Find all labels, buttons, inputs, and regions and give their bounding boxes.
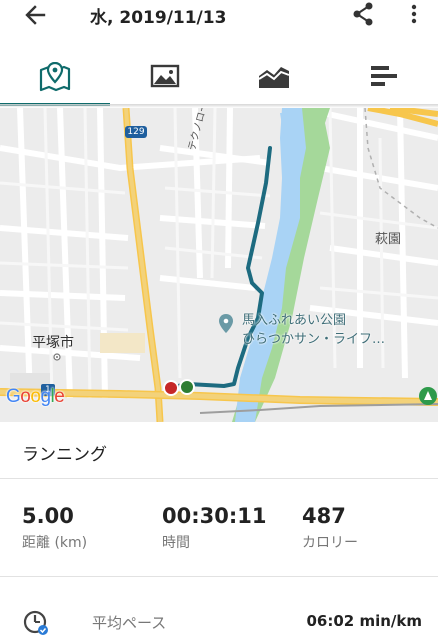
tab-charts[interactable] xyxy=(219,44,329,106)
park-label-line2: ひらつかサン・ライフ… xyxy=(242,332,386,347)
stat-distance-label: 距離 (km) xyxy=(22,535,88,551)
tab-bar xyxy=(0,44,438,106)
pace-value: 06:02 min/km xyxy=(306,612,422,630)
chart-icon xyxy=(258,67,290,88)
map-icon xyxy=(39,62,71,92)
stat-duration-value: 00:30:11 xyxy=(162,504,267,528)
route-129-badge: 129 xyxy=(127,127,145,137)
stat-distance: 5.00 距離 (km) xyxy=(22,504,87,552)
park-label-line1: 馬入ふれあい公園 xyxy=(242,313,347,328)
app-bar: 水, 2019/11/13 xyxy=(0,0,438,34)
stat-calories: 487 カロリー xyxy=(302,504,358,552)
pace-row[interactable]: 平均ペース 06:02 min/km xyxy=(0,598,438,640)
pace-icon xyxy=(22,608,50,636)
tab-photos[interactable] xyxy=(110,44,220,106)
google-logo: Google xyxy=(6,386,65,407)
park-label[interactable]: 馬入ふれあい公園 ひらつかサン・ライフ… xyxy=(242,311,385,349)
stat-duration: 00:30:11 時間 xyxy=(162,504,266,552)
stat-distance-value: 5.00 xyxy=(22,504,74,528)
divider xyxy=(0,576,438,577)
list-icon xyxy=(370,66,397,86)
page-title: 水, 2019/11/13 xyxy=(90,8,227,28)
activity-type: ランニング xyxy=(22,445,107,465)
district-label: 萩園 xyxy=(375,232,402,247)
photo-icon xyxy=(150,64,179,88)
stat-calories-value: 487 xyxy=(302,504,346,528)
map-canvas xyxy=(0,108,438,422)
divider xyxy=(0,478,438,479)
stat-duration-label: 時間 xyxy=(162,535,190,551)
share-icon[interactable] xyxy=(350,1,376,27)
pace-label: 平均ペース xyxy=(92,614,167,632)
city-label: 平塚市 xyxy=(32,335,74,351)
more-vert-icon[interactable] xyxy=(406,3,422,25)
route-map[interactable]: 129 1 テクノロード 萩園 平塚市 馬入ふれあい公園 ひらつかサン・ライフ…… xyxy=(0,108,438,422)
stat-calories-label: カロリー xyxy=(302,535,358,551)
tab-details[interactable] xyxy=(329,44,438,106)
arrow-back-icon[interactable] xyxy=(22,3,50,27)
tab-map[interactable] xyxy=(0,44,110,106)
